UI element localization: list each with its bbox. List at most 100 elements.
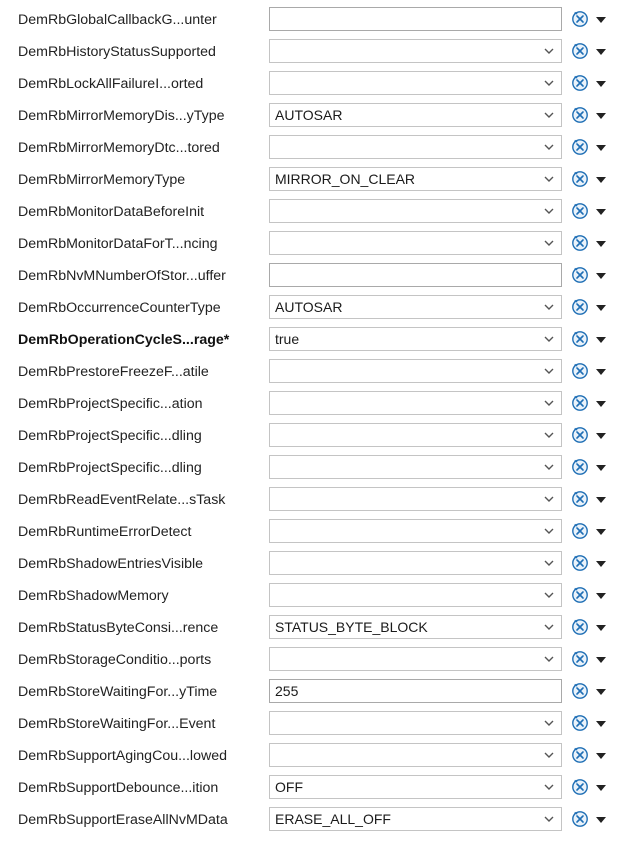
- reset-default-icon[interactable]: [571, 810, 589, 828]
- reset-default-icon[interactable]: [571, 586, 589, 604]
- chevron-down-icon[interactable]: [543, 237, 555, 249]
- reset-default-icon[interactable]: [571, 490, 589, 508]
- parameter-dropdown[interactable]: [269, 551, 562, 575]
- caret-down-icon[interactable]: [595, 144, 607, 152]
- caret-down-icon[interactable]: [595, 656, 607, 664]
- parameter-dropdown[interactable]: [269, 135, 562, 159]
- caret-down-icon[interactable]: [595, 400, 607, 408]
- reset-default-icon[interactable]: [571, 458, 589, 476]
- reset-default-icon[interactable]: [571, 138, 589, 156]
- parameter-dropdown[interactable]: [269, 391, 562, 415]
- chevron-down-icon[interactable]: [543, 589, 555, 601]
- caret-down-icon[interactable]: [595, 688, 607, 696]
- chevron-down-icon[interactable]: [543, 77, 555, 89]
- caret-down-icon[interactable]: [595, 16, 607, 24]
- parameter-dropdown[interactable]: true: [269, 327, 562, 351]
- caret-down-icon[interactable]: [595, 48, 607, 56]
- reset-default-icon[interactable]: [571, 362, 589, 380]
- parameter-dropdown[interactable]: MIRROR_ON_CLEAR: [269, 167, 562, 191]
- reset-default-icon[interactable]: [571, 298, 589, 316]
- chevron-down-icon[interactable]: [543, 557, 555, 569]
- chevron-down-icon[interactable]: [543, 365, 555, 377]
- reset-default-icon[interactable]: [571, 74, 589, 92]
- caret-down-icon[interactable]: [595, 80, 607, 88]
- caret-down-icon[interactable]: [595, 464, 607, 472]
- caret-down-icon[interactable]: [595, 272, 607, 280]
- caret-down-icon[interactable]: [595, 528, 607, 536]
- parameter-dropdown[interactable]: AUTOSAR: [269, 295, 562, 319]
- reset-default-icon[interactable]: [571, 394, 589, 412]
- caret-down-icon[interactable]: [595, 720, 607, 728]
- reset-default-icon[interactable]: [571, 330, 589, 348]
- reset-default-icon[interactable]: [571, 426, 589, 444]
- reset-default-icon[interactable]: [571, 682, 589, 700]
- chevron-down-icon[interactable]: [543, 813, 555, 825]
- caret-down-icon[interactable]: [595, 432, 607, 440]
- chevron-down-icon[interactable]: [543, 621, 555, 633]
- caret-down-icon[interactable]: [595, 752, 607, 760]
- parameter-dropdown[interactable]: [269, 647, 562, 671]
- chevron-down-icon[interactable]: [543, 205, 555, 217]
- parameter-dropdown[interactable]: [269, 359, 562, 383]
- chevron-down-icon[interactable]: [543, 141, 555, 153]
- reset-default-icon[interactable]: [571, 650, 589, 668]
- caret-down-icon[interactable]: [595, 112, 607, 120]
- reset-default-icon[interactable]: [571, 554, 589, 572]
- reset-default-icon[interactable]: [571, 170, 589, 188]
- reset-default-icon[interactable]: [571, 522, 589, 540]
- reset-default-icon[interactable]: [571, 202, 589, 220]
- caret-down-icon[interactable]: [595, 592, 607, 600]
- parameter-dropdown[interactable]: [269, 487, 562, 511]
- parameter-dropdown[interactable]: [269, 231, 562, 255]
- reset-default-icon[interactable]: [571, 714, 589, 732]
- reset-default-icon[interactable]: [571, 266, 589, 284]
- chevron-down-icon[interactable]: [543, 653, 555, 665]
- chevron-down-icon[interactable]: [543, 301, 555, 313]
- parameter-dropdown[interactable]: [269, 711, 562, 735]
- reset-default-icon[interactable]: [571, 778, 589, 796]
- chevron-down-icon[interactable]: [543, 397, 555, 409]
- reset-default-icon[interactable]: [571, 106, 589, 124]
- parameter-text-input[interactable]: 255: [269, 679, 562, 703]
- caret-down-icon[interactable]: [595, 304, 607, 312]
- chevron-down-icon[interactable]: [543, 461, 555, 473]
- parameter-dropdown[interactable]: [269, 743, 562, 767]
- chevron-down-icon[interactable]: [543, 45, 555, 57]
- parameter-dropdown[interactable]: STATUS_BYTE_BLOCK: [269, 615, 562, 639]
- parameter-dropdown[interactable]: [269, 71, 562, 95]
- caret-down-icon[interactable]: [595, 496, 607, 504]
- parameter-dropdown[interactable]: ERASE_ALL_OFF: [269, 807, 562, 831]
- chevron-down-icon[interactable]: [543, 493, 555, 505]
- parameter-dropdown[interactable]: AUTOSAR: [269, 103, 562, 127]
- parameter-dropdown[interactable]: [269, 423, 562, 447]
- chevron-down-icon[interactable]: [543, 717, 555, 729]
- chevron-down-icon[interactable]: [543, 749, 555, 761]
- caret-down-icon[interactable]: [595, 816, 607, 824]
- reset-default-icon[interactable]: [571, 234, 589, 252]
- chevron-down-icon[interactable]: [543, 109, 555, 121]
- caret-down-icon[interactable]: [595, 560, 607, 568]
- chevron-down-icon[interactable]: [543, 781, 555, 793]
- caret-down-icon[interactable]: [595, 336, 607, 344]
- caret-down-icon[interactable]: [595, 784, 607, 792]
- chevron-down-icon[interactable]: [543, 173, 555, 185]
- parameter-dropdown[interactable]: OFF: [269, 775, 562, 799]
- caret-down-icon[interactable]: [595, 624, 607, 632]
- parameter-dropdown[interactable]: [269, 199, 562, 223]
- caret-down-icon[interactable]: [595, 240, 607, 248]
- chevron-down-icon[interactable]: [543, 525, 555, 537]
- parameter-text-input[interactable]: [269, 7, 562, 31]
- reset-default-icon[interactable]: [571, 42, 589, 60]
- caret-down-icon[interactable]: [595, 208, 607, 216]
- chevron-down-icon[interactable]: [543, 333, 555, 345]
- caret-down-icon[interactable]: [595, 176, 607, 184]
- parameter-dropdown[interactable]: [269, 583, 562, 607]
- reset-default-icon[interactable]: [571, 618, 589, 636]
- caret-down-icon[interactable]: [595, 368, 607, 376]
- reset-default-icon[interactable]: [571, 746, 589, 764]
- parameter-dropdown[interactable]: [269, 455, 562, 479]
- chevron-down-icon[interactable]: [543, 429, 555, 441]
- parameter-dropdown[interactable]: [269, 519, 562, 543]
- parameter-text-input[interactable]: [269, 263, 562, 287]
- reset-default-icon[interactable]: [571, 10, 589, 28]
